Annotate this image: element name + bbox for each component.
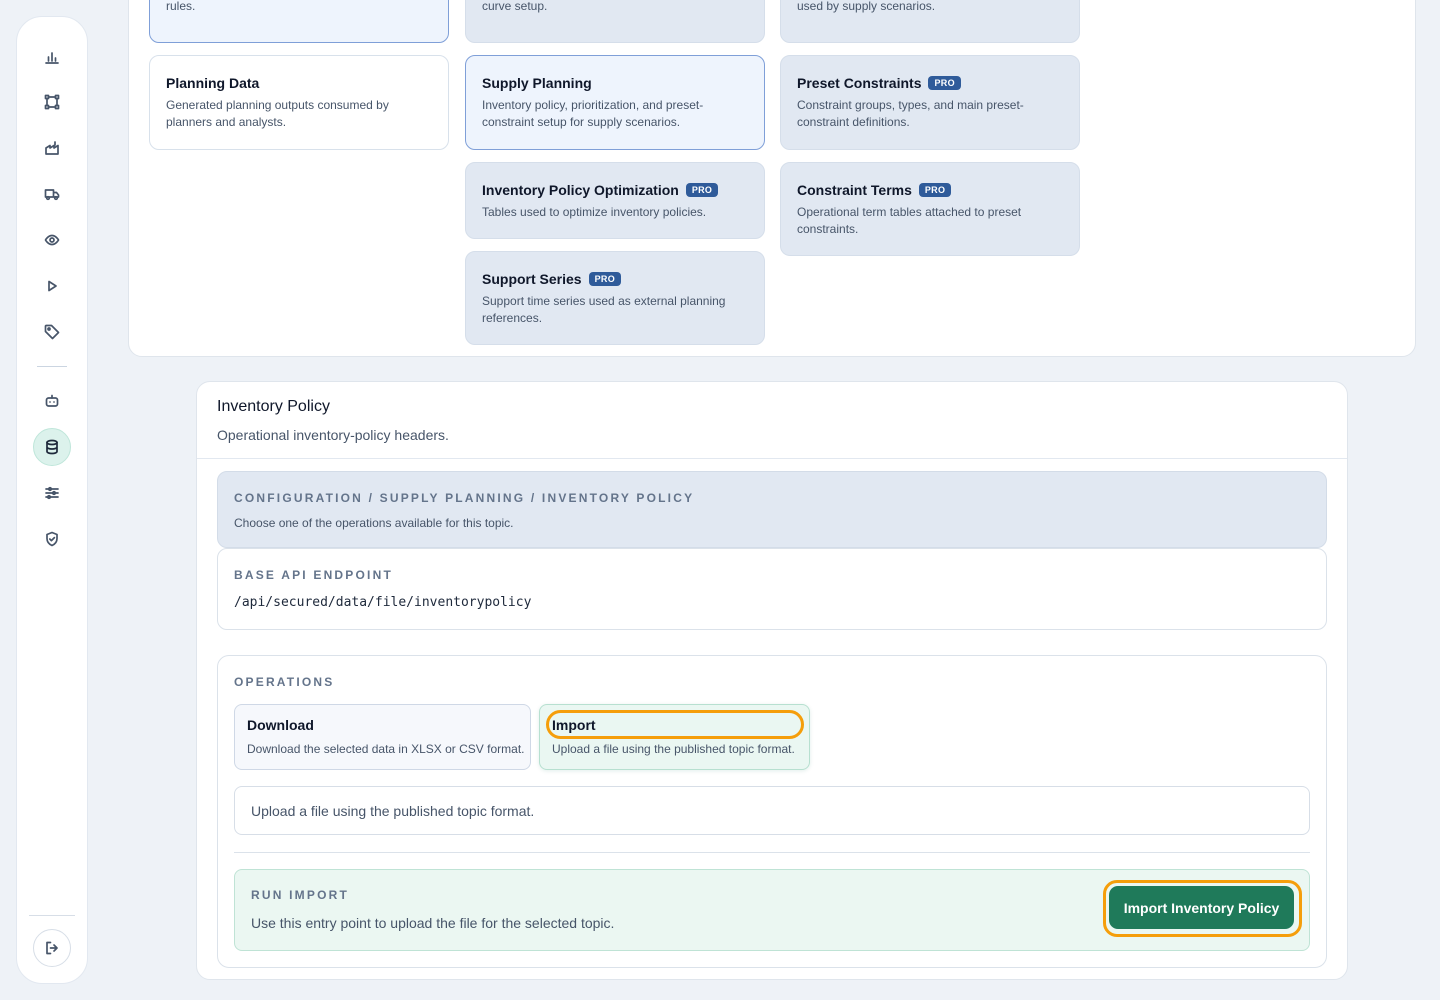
- run-import-label: RUN IMPORT: [251, 888, 349, 902]
- card-title: Planning Data: [166, 75, 260, 91]
- operation-desc: Download the selected data in XLSX or CS…: [247, 742, 525, 756]
- run-import-description: Use this entry point to upload the file …: [251, 915, 615, 931]
- card-desc: Support time series used as external pla…: [482, 294, 726, 325]
- operation-message: Upload a file using the published topic …: [251, 803, 535, 819]
- topic-detail-panel: Inventory Policy Operational inventory-p…: [196, 381, 1348, 980]
- bot-icon: [45, 394, 59, 407]
- operation-desc: Upload a file using the published topic …: [552, 742, 795, 756]
- card-title: Preset Constraints: [797, 75, 922, 91]
- operations-divider: [234, 852, 1310, 853]
- endpoint-value: /api/secured/data/file/inventorypolicy: [234, 595, 532, 610]
- card-desc: Tables used to optimize inventory polici…: [482, 205, 707, 219]
- pro-badge: PRO: [928, 76, 961, 90]
- import-inventory-policy-button[interactable]: Import Inventory Policy: [1109, 886, 1294, 929]
- card-desc: Demand and safety-stock prioritization m…: [797, 0, 936, 13]
- pro-badge: PRO: [918, 183, 952, 197]
- nav-factory-button[interactable]: [33, 129, 71, 167]
- nav-tags-button[interactable]: [33, 313, 71, 351]
- tag-icon: [44, 324, 60, 340]
- breadcrumb-description: Choose one of the operations available f…: [234, 516, 514, 530]
- card-desc: Operational term tables attached to pres…: [797, 205, 1022, 236]
- card-title-row: Support Series PRO: [482, 271, 748, 287]
- nav-network-button[interactable]: [33, 83, 71, 121]
- card-title-row: Constraint Terms PRO: [797, 182, 1063, 198]
- topic-catalog: Setup tables, views, parameters, and sup…: [128, 0, 1416, 357]
- bar-chart-icon: [45, 52, 59, 64]
- breadcrumb-box: CONFIGURATION / SUPPLY PLANNING / INVENT…: [217, 471, 1327, 548]
- operation-title: Download: [247, 717, 314, 733]
- card-supply-planning[interactable]: Supply Planning Inventory policy, priori…: [465, 55, 765, 150]
- card-desc: Generated planning outputs consumed by p…: [166, 98, 389, 129]
- nav-settings-button[interactable]: [33, 474, 71, 512]
- factory-icon: [45, 141, 59, 155]
- operations-label: OPERATIONS: [234, 675, 335, 689]
- card-title: Constraint Terms: [797, 182, 912, 198]
- sidebar-bottom-divider: [29, 915, 75, 916]
- card-desc: Constraint groups, types, and main prese…: [797, 98, 1024, 129]
- nav-data-button[interactable]: [33, 428, 71, 466]
- card-support-series[interactable]: Support Series PRO Support time series u…: [465, 251, 765, 345]
- card-preset-constraints[interactable]: Preset Constraints PRO Constraint groups…: [780, 55, 1080, 150]
- operation-download[interactable]: Download Download the selected data in X…: [234, 704, 531, 770]
- nav-analytics-button[interactable]: [33, 38, 71, 76]
- network-nodes-icon: [44, 94, 60, 110]
- sliders-icon: [45, 486, 59, 500]
- nav-run-button[interactable]: [33, 267, 71, 305]
- pro-badge: PRO: [685, 183, 719, 197]
- eye-icon: [44, 234, 60, 246]
- card-setup[interactable]: Setup tables, views, parameters, and sup…: [149, 0, 449, 43]
- card-constraint-terms[interactable]: Constraint Terms PRO Operational term ta…: [780, 162, 1080, 256]
- card-prioritization[interactable]: Demand and safety-stock prioritization m…: [780, 0, 1080, 43]
- database-icon: [46, 439, 58, 455]
- panel-divider: [197, 458, 1347, 459]
- card-demand-setup[interactable]: Workflow, released demand, and temporal …: [465, 0, 765, 43]
- endpoint-label: BASE API ENDPOINT: [234, 568, 393, 582]
- card-desc: Workflow, released demand, and temporal …: [482, 0, 548, 13]
- pro-badge: PRO: [588, 272, 621, 286]
- sidebar: [16, 16, 88, 984]
- operation-message-box: Upload a file using the published topic …: [234, 786, 1310, 835]
- card-title-row: Preset Constraints PRO: [797, 75, 1063, 91]
- card-title: Inventory Policy Optimization: [482, 182, 679, 198]
- nav-assistant-button[interactable]: [33, 382, 71, 420]
- logout-button[interactable]: [33, 929, 71, 967]
- logout-icon: [46, 941, 58, 955]
- card-title: Support Series: [482, 271, 582, 287]
- nav-visibility-button[interactable]: [33, 221, 71, 259]
- shield-check-icon: [46, 531, 58, 547]
- card-title: Supply Planning: [482, 75, 592, 91]
- card-planning-data[interactable]: Planning Data Generated planning outputs…: [149, 55, 449, 150]
- run-import-box: RUN IMPORT Use this entry point to uploa…: [234, 869, 1310, 951]
- truck-icon: [44, 189, 60, 201]
- operation-import[interactable]: Import Upload a file using the published…: [539, 704, 810, 770]
- card-desc: Setup tables, views, parameters, and sup…: [166, 0, 196, 13]
- endpoint-box: BASE API ENDPOINT /api/secured/data/file…: [217, 548, 1327, 630]
- page-title: Inventory Policy: [217, 398, 330, 415]
- card-desc: Inventory policy, prioritization, and pr…: [482, 98, 704, 129]
- page-subtitle: Operational inventory-policy headers.: [217, 427, 449, 443]
- card-title-row: Inventory Policy Optimization PRO: [482, 182, 748, 198]
- operation-title: Import: [552, 717, 596, 733]
- nav-transport-button[interactable]: [33, 175, 71, 213]
- breadcrumb: CONFIGURATION / SUPPLY PLANNING / INVENT…: [234, 491, 695, 505]
- card-inventory-policy-optimization[interactable]: Inventory Policy Optimization PRO Tables…: [465, 162, 765, 239]
- play-icon: [48, 280, 57, 292]
- sidebar-divider: [37, 366, 67, 367]
- operations-box: OPERATIONS Download Download the selecte…: [217, 655, 1327, 968]
- nav-security-button[interactable]: [33, 520, 71, 558]
